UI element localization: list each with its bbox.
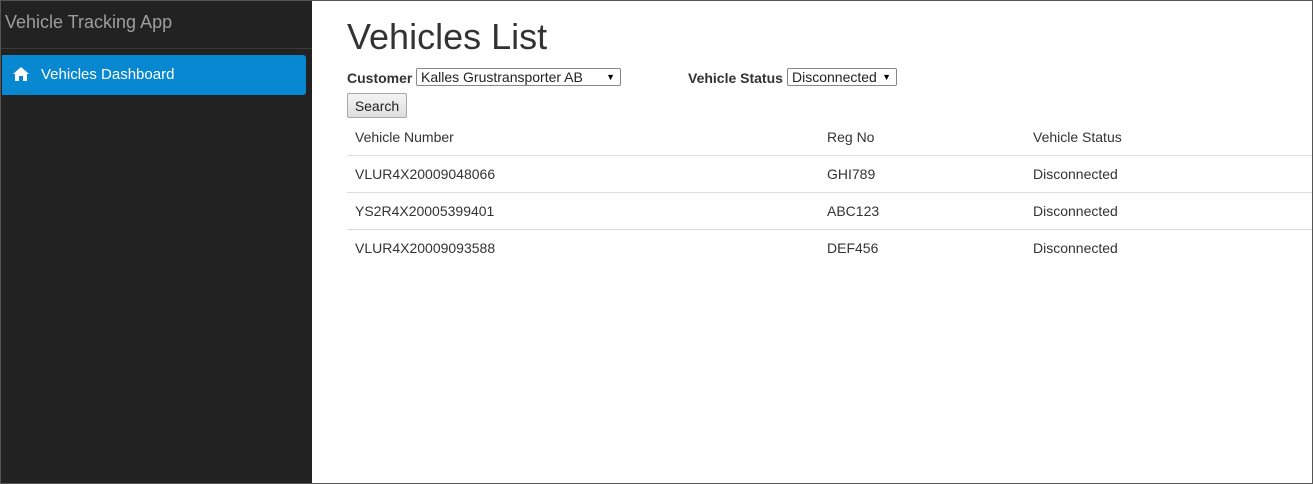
table-row: VLUR4X20009093588 DEF456 Disconnected [347,230,1312,267]
vehicle-status-cell: Disconnected [1033,203,1118,219]
table-row: YS2R4X20005399401 ABC123 Disconnected [347,193,1312,230]
table-row: VLUR4X20009048066 GHI789 Disconnected [347,156,1312,193]
customer-select[interactable]: Kalles Grustransporter AB ▼ [416,68,621,86]
vehicle-status-select-value: Disconnected [792,69,877,85]
table-header-row: Vehicle Number Reg No Vehicle Status [347,119,1312,156]
home-icon [12,66,30,82]
sidebar-item-label: Vehicles Dashboard [41,66,175,83]
reg-no-cell: DEF456 [827,240,879,256]
column-header-reg-no: Reg No [827,129,875,145]
customer-label: Customer [347,70,413,86]
app-window: Vehicle Tracking App Vehicles Dashboard … [0,0,1313,484]
vehicle-status-cell: Disconnected [1033,240,1118,256]
page-title: Vehicles List [347,16,548,57]
sidebar: Vehicle Tracking App Vehicles Dashboard [1,1,312,483]
chevron-down-icon: ▼ [882,72,891,82]
sidebar-item-vehicles-dashboard[interactable]: Vehicles Dashboard [2,55,306,95]
reg-no-cell: ABC123 [827,203,880,219]
column-header-vehicle-number: Vehicle Number [355,129,454,145]
column-header-vehicle-status: Vehicle Status [1033,129,1122,145]
main-content: Vehicles List Customer Kalles Grustransp… [312,1,1312,483]
vehicle-number-cell: VLUR4X20009048066 [355,166,496,182]
vehicle-number-cell: YS2R4X20005399401 [355,203,495,219]
vehicle-status-select[interactable]: Disconnected ▼ [787,68,897,86]
brand-divider [1,48,312,49]
search-button[interactable]: Search [347,93,407,118]
chevron-down-icon: ▼ [606,72,615,82]
vehicle-status-cell: Disconnected [1033,166,1118,182]
app-brand[interactable]: Vehicle Tracking App [5,12,172,33]
vehicles-table: Vehicle Number Reg No Vehicle Status VLU… [347,119,1312,267]
reg-no-cell: GHI789 [827,166,876,182]
vehicle-status-label: Vehicle Status [688,70,783,86]
vehicle-number-cell: VLUR4X20009093588 [355,240,496,256]
customer-select-value: Kalles Grustransporter AB [421,69,583,85]
